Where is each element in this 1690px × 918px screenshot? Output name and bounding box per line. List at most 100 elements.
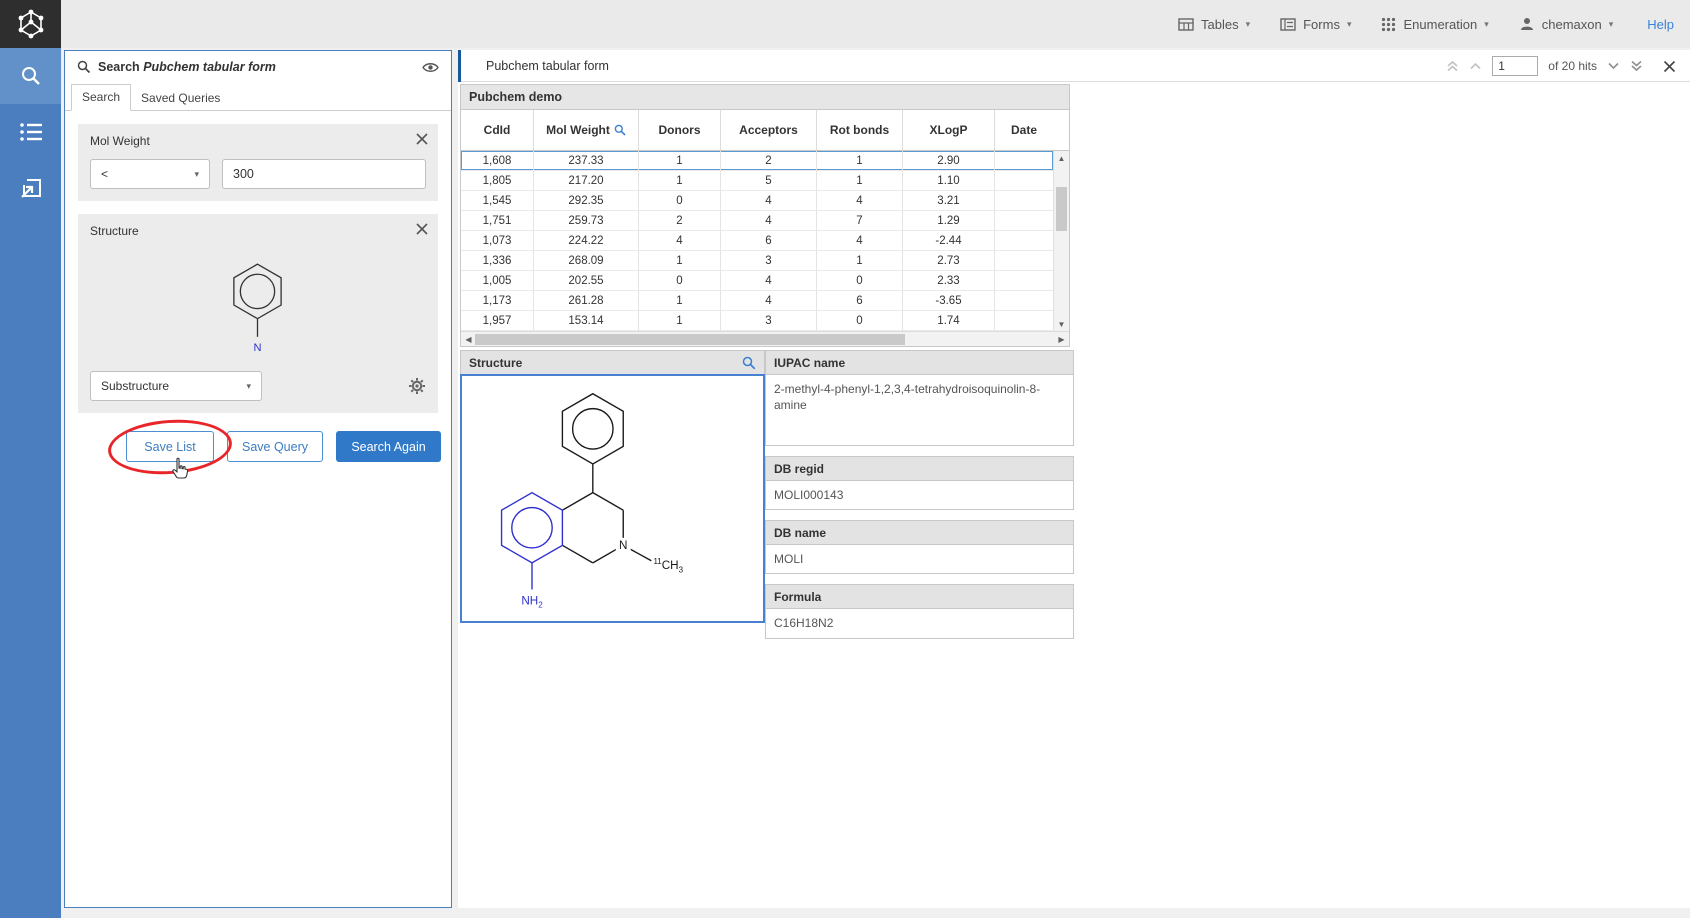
forms-menu[interactable]: Forms ▾ — [1280, 17, 1351, 32]
grid-header-row: CdId Mol Weight Donors Acceptors Rot bon… — [461, 110, 1069, 151]
table-cell: 153.14 — [534, 311, 639, 330]
list-icon — [19, 122, 43, 142]
vertical-scroll-thumb[interactable] — [1056, 187, 1067, 231]
table-row[interactable]: 1,805217.201511.10 — [461, 171, 1053, 191]
column-header-mol-weight[interactable]: Mol Weight — [534, 110, 639, 150]
table-cell: 4 — [721, 211, 817, 230]
tab-search[interactable]: Search — [71, 84, 131, 111]
column-header-xlogp[interactable]: XLogP — [903, 110, 995, 150]
remove-mol-weight-filter-button[interactable] — [416, 133, 428, 145]
scroll-down-arrow[interactable]: ▼ — [1054, 317, 1069, 331]
table-cell: 4 — [817, 231, 903, 250]
horizontal-scrollbar[interactable]: ◀ ▶ — [461, 331, 1069, 346]
mol-weight-value-input[interactable] — [222, 159, 426, 189]
pagination: of 20 hits — [1446, 50, 1676, 82]
table-cell: 2.33 — [903, 271, 995, 290]
tables-menu[interactable]: Tables ▾ — [1178, 17, 1250, 32]
field-value: 2-methyl-4-phenyl-1,2,3,4-tetrahydroisoq… — [766, 375, 1073, 445]
hits-count-label: of 20 hits — [1548, 59, 1597, 73]
table-cell: 2 — [721, 151, 817, 170]
query-structure-canvas[interactable]: N — [90, 242, 426, 360]
table-cell: 0 — [817, 311, 903, 330]
form-header-accent — [458, 50, 461, 82]
structure-field-search-button[interactable] — [742, 356, 756, 370]
preview-eye-button[interactable] — [422, 61, 439, 74]
table-cell — [995, 151, 1053, 170]
scroll-right-arrow[interactable]: ▶ — [1054, 332, 1069, 346]
column-header-cdid[interactable]: CdId — [461, 110, 534, 150]
chemaxon-logo — [0, 0, 61, 48]
column-label: Date — [1011, 123, 1037, 137]
remove-structure-filter-button[interactable] — [416, 223, 428, 235]
record-number-input[interactable] — [1492, 56, 1538, 76]
table-icon — [1178, 17, 1194, 32]
table-row[interactable]: 1,751259.732471.29 — [461, 211, 1053, 231]
chevron-up-icon — [1469, 62, 1482, 70]
vertical-scrollbar[interactable]: ▲ ▼ — [1053, 151, 1069, 331]
table-cell: 259.73 — [534, 211, 639, 230]
next-record-button[interactable] — [1607, 62, 1620, 70]
column-header-acceptors[interactable]: Acceptors — [721, 110, 817, 150]
mol-weight-operator-value: < — [101, 167, 108, 181]
caret-down-icon: ▾ — [194, 169, 199, 180]
search-actions: Save List Save Query Search Again — [65, 431, 441, 462]
field-iupac-name: IUPAC name 2-methyl-4-phenyl-1,2,3,4-tet… — [765, 350, 1074, 446]
table-row[interactable]: 1,336268.091312.73 — [461, 251, 1053, 271]
table-row[interactable]: 1,005202.550402.33 — [461, 271, 1053, 291]
caret-down-icon: ▾ — [1246, 19, 1251, 30]
last-record-button[interactable] — [1630, 60, 1643, 72]
previous-record-button[interactable] — [1469, 62, 1482, 70]
save-query-button[interactable]: Save Query — [227, 431, 323, 462]
form-header: Pubchem tabular form of 20 hits — [458, 50, 1690, 82]
mol-weight-operator-select[interactable]: < ▾ — [90, 159, 210, 189]
hit-structure-cell[interactable]: N 11CH3 NH2 — [460, 374, 765, 623]
user-icon — [1519, 16, 1535, 32]
table-row[interactable]: 1,545292.350443.21 — [461, 191, 1053, 211]
tab-saved-queries[interactable]: Saved Queries — [131, 86, 230, 111]
gear-icon — [408, 377, 426, 395]
structure-settings-button[interactable] — [408, 377, 426, 395]
help-link[interactable]: Help — [1647, 17, 1674, 32]
table-cell — [995, 191, 1053, 210]
user-menu[interactable]: chemaxon ▾ — [1519, 16, 1614, 32]
ring-nitrogen-label: N — [619, 539, 627, 552]
table-row[interactable]: 1,608237.331212.90 — [461, 151, 1053, 171]
column-header-donors[interactable]: Donors — [639, 110, 721, 150]
column-label: CdId — [484, 123, 511, 137]
table-cell: 1,608 — [461, 151, 534, 170]
sidebar-item-search[interactable] — [0, 48, 61, 104]
close-form-button[interactable] — [1663, 60, 1676, 73]
grid-body: 1,608237.331212.901,805217.201511.101,54… — [461, 151, 1069, 331]
table-cell — [995, 271, 1053, 290]
save-list-button[interactable]: Save List — [126, 431, 214, 462]
column-header-date[interactable]: Date — [995, 110, 1053, 150]
sidebar-item-export[interactable] — [0, 160, 61, 216]
table-row[interactable]: 1,957153.141301.74 — [461, 311, 1053, 331]
structure-search-mode-select[interactable]: Substructure ▾ — [90, 371, 262, 401]
enumeration-menu[interactable]: Enumeration ▾ — [1381, 17, 1488, 32]
column-label: Rot bonds — [830, 123, 889, 137]
search-panel-header: Search Pubchem tabular form — [65, 51, 451, 83]
horizontal-scroll-thumb[interactable] — [475, 334, 905, 345]
table-cell: 4 — [721, 291, 817, 310]
table-cell: 1 — [817, 171, 903, 190]
table-cell: 0 — [639, 271, 721, 290]
search-again-button[interactable]: Search Again — [336, 431, 441, 462]
sidebar-item-lists[interactable] — [0, 104, 61, 160]
double-chevron-up-icon — [1446, 60, 1459, 72]
table-row[interactable]: 1,173261.28146-3.65 — [461, 291, 1053, 311]
table-cell: 1,005 — [461, 271, 534, 290]
column-search-icon — [614, 124, 626, 136]
table-row[interactable]: 1,073224.22464-2.44 — [461, 231, 1053, 251]
search-panel: Search Pubchem tabular form Search Saved… — [64, 50, 452, 908]
table-cell: -3.65 — [903, 291, 995, 310]
first-record-button[interactable] — [1446, 60, 1459, 72]
field-value: MOLI — [766, 545, 1073, 573]
forms-menu-label: Forms — [1303, 17, 1340, 32]
field-label: DB regid — [766, 457, 1073, 481]
mol-weight-controls: < ▾ — [90, 159, 426, 189]
scroll-up-arrow[interactable]: ▲ — [1054, 151, 1069, 165]
table-cell — [995, 251, 1053, 270]
column-header-rot-bonds[interactable]: Rot bonds — [817, 110, 903, 150]
scroll-left-arrow[interactable]: ◀ — [461, 332, 476, 346]
